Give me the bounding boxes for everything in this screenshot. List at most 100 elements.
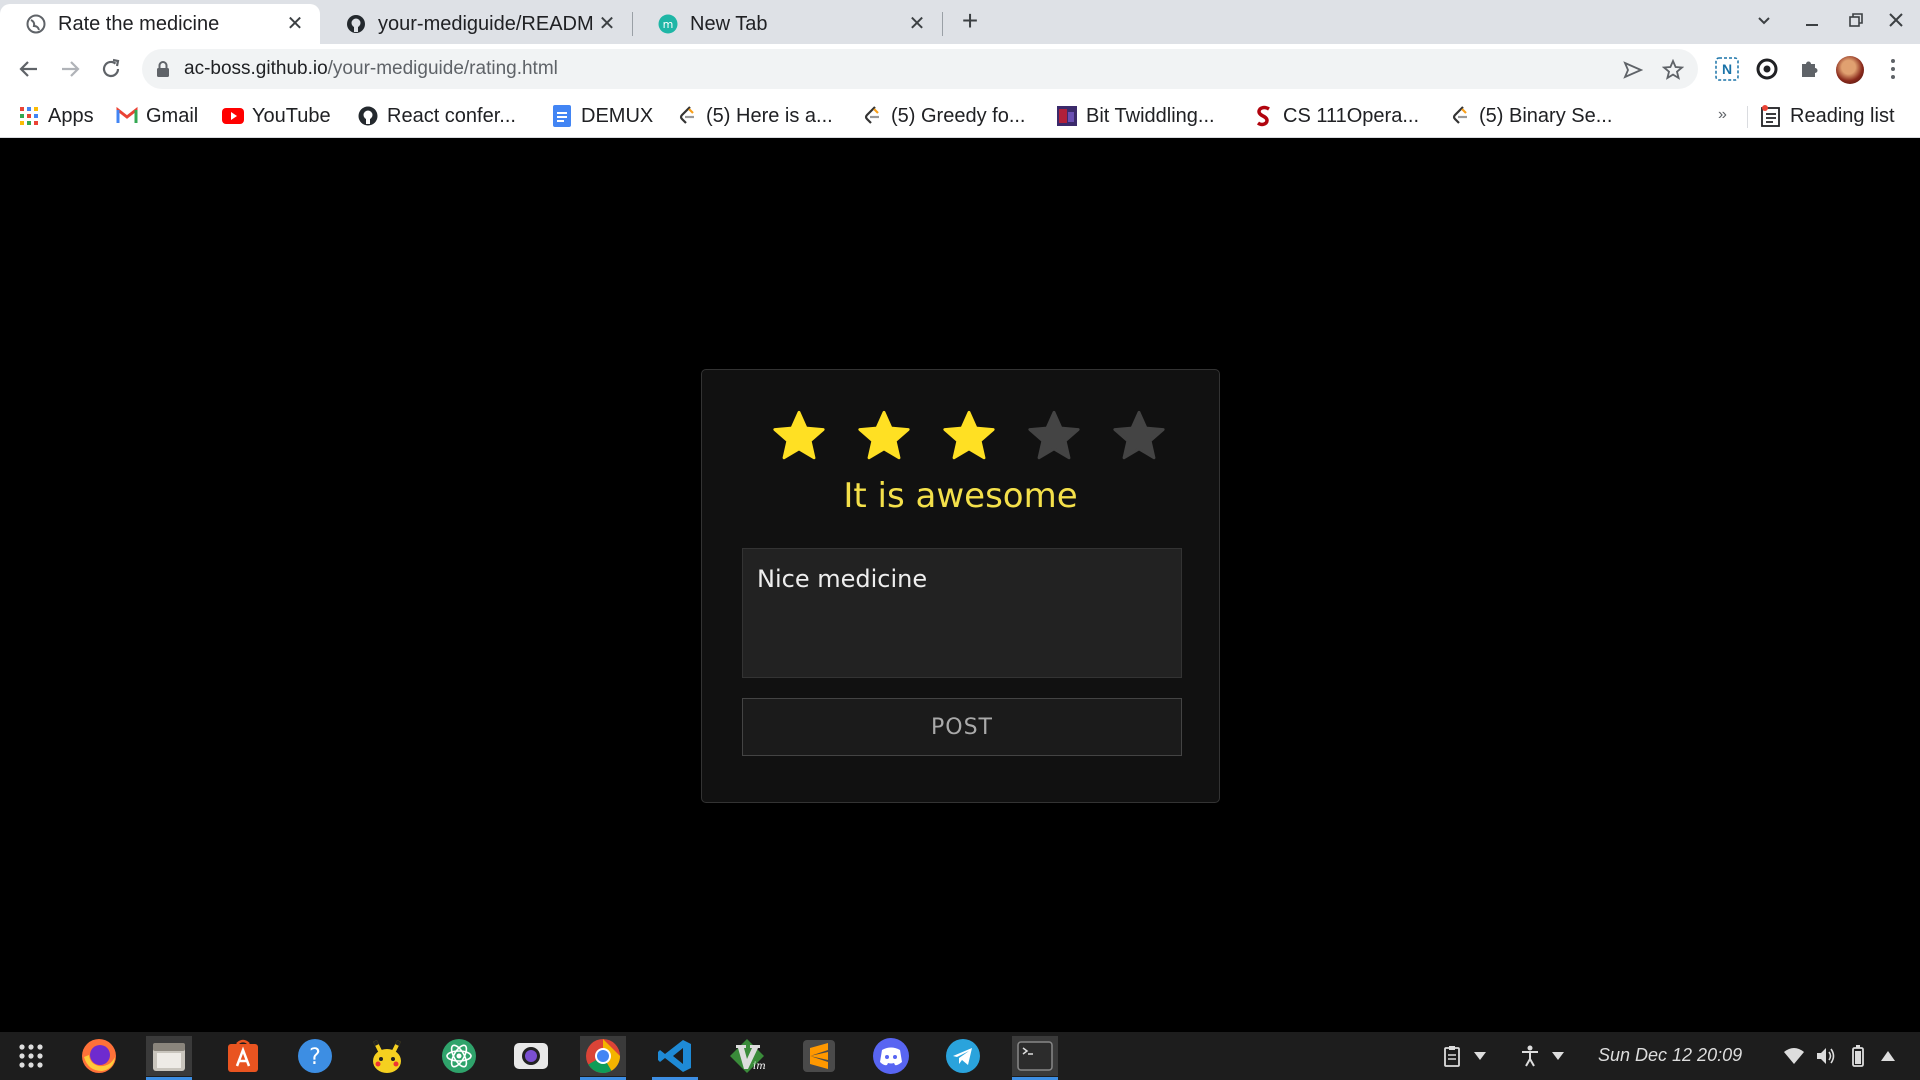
star-4-icon[interactable] [1025, 408, 1083, 466]
tab-title: New Tab [690, 12, 768, 35]
back-icon[interactable] [14, 54, 44, 84]
close-window-icon[interactable] [1882, 8, 1910, 36]
github-icon [346, 14, 366, 34]
forward-icon[interactable] [55, 54, 85, 84]
tab-search-icon[interactable] [1750, 8, 1778, 36]
clipboard-icon[interactable] [1440, 1044, 1464, 1068]
bookmark-label: Apps [48, 104, 94, 127]
stanford-icon [1253, 105, 1275, 127]
wifi-icon[interactable] [1782, 1044, 1806, 1068]
chevron-down-icon[interactable] [1468, 1044, 1492, 1068]
discord-icon[interactable] [868, 1036, 914, 1076]
youtube-icon [222, 105, 244, 127]
bookmark-label: (5) Greedy fo... [891, 104, 1026, 127]
bookmark-label: Bit Twiddling... [1086, 104, 1215, 127]
url-text[interactable]: ac-boss.github.io/your-mediguide/rating.… [184, 58, 558, 80]
software-center-icon[interactable] [220, 1036, 266, 1076]
svg-text:im: im [753, 1061, 766, 1072]
tab-strip: Rate the medicine ✕ your-mediguide/READM… [0, 0, 1920, 44]
address-bar[interactable]: ac-boss.github.io/your-mediguide/rating.… [142, 49, 1698, 89]
close-tab-icon[interactable]: ✕ [284, 13, 306, 35]
tab-rate-the-medicine[interactable]: Rate the medicine ✕ [0, 4, 320, 44]
bookmark-label: (5) Binary Se... [1479, 104, 1613, 127]
os-taskbar: ? im Sun Dec 12 20:09 [0, 1032, 1920, 1080]
firefox-icon[interactable] [76, 1036, 122, 1076]
reading-list-label: Reading list [1790, 104, 1895, 127]
chevron-down-icon[interactable] [1546, 1044, 1570, 1068]
leetcode-icon [676, 105, 698, 127]
tab-title: Rate the medicine [58, 12, 220, 35]
terminal-icon[interactable] [1012, 1036, 1058, 1080]
bookmark-label: Gmail [146, 104, 199, 127]
battery-icon[interactable] [1846, 1044, 1870, 1068]
m-icon: m [658, 14, 678, 34]
bookmark-here-is-a[interactable]: (5) Here is a... [676, 102, 833, 130]
page-content: It is awesome POST [0, 139, 1920, 1032]
close-tab-icon[interactable]: ✕ [596, 13, 618, 35]
leetcode-icon [1449, 105, 1471, 127]
bookmark-greedy[interactable]: (5) Greedy fo... [861, 102, 1026, 130]
notion-extension-icon[interactable]: N [1714, 56, 1740, 82]
browser-menu-icon[interactable] [1886, 54, 1900, 84]
chevron-up-icon[interactable] [1876, 1044, 1900, 1068]
minimize-icon[interactable] [1798, 8, 1826, 36]
bookmark-youtube[interactable]: YouTube [222, 102, 331, 130]
star-rating [770, 408, 1168, 466]
bookmark-gmail[interactable]: Gmail [116, 102, 198, 130]
more-bookmarks-chevron-icon[interactable]: » [1718, 106, 1727, 124]
restore-icon[interactable] [1842, 8, 1870, 36]
post-button[interactable]: POST [742, 698, 1182, 756]
chrome-icon[interactable] [580, 1036, 626, 1080]
camera-icon[interactable] [508, 1036, 554, 1076]
clock[interactable]: Sun Dec 12 20:09 [1598, 1045, 1742, 1066]
send-tab-icon[interactable] [1622, 59, 1644, 81]
bookmark-star-icon[interactable] [1662, 59, 1684, 81]
reading-list-icon [1760, 105, 1782, 127]
extensions-puzzle-icon[interactable] [1796, 56, 1822, 82]
rating-label: It is awesome [843, 476, 1078, 516]
github-icon [357, 105, 379, 127]
bookmark-label: CS 111Opera... [1283, 104, 1419, 127]
bookmark-apps[interactable]: Apps [18, 102, 94, 130]
star-2-icon[interactable] [855, 408, 913, 466]
bookmark-binary-search[interactable]: (5) Binary Se... [1449, 102, 1612, 130]
bookmark-react-conf[interactable]: React confer... [357, 102, 516, 130]
gmail-icon [116, 105, 138, 127]
profile-avatar[interactable] [1836, 56, 1864, 84]
bookmark-label: YouTube [252, 104, 331, 127]
pikachu-icon[interactable] [364, 1036, 410, 1076]
lock-icon[interactable] [156, 60, 170, 83]
leetcode-icon [861, 105, 883, 127]
help-icon[interactable]: ? [292, 1036, 338, 1076]
tab-title: your-mediguide/READM [378, 12, 594, 35]
link-extension-icon[interactable] [1754, 56, 1780, 82]
bookmark-cs111[interactable]: CS 111Opera... [1253, 102, 1419, 130]
star-1-icon[interactable] [770, 408, 828, 466]
close-tab-icon[interactable]: ✕ [906, 13, 928, 35]
vim-icon[interactable]: im [724, 1036, 770, 1076]
files-icon[interactable] [146, 1036, 192, 1080]
telegram-icon[interactable] [940, 1036, 986, 1076]
star-5-icon[interactable] [1110, 408, 1168, 466]
apps-grid-icon[interactable] [8, 1036, 54, 1076]
review-textarea[interactable] [742, 548, 1182, 678]
docs-icon [551, 105, 573, 127]
bookmark-bit-twiddling[interactable]: Bit Twiddling... [1056, 102, 1215, 130]
vscode-icon[interactable] [652, 1036, 698, 1080]
atom-icon[interactable] [436, 1036, 482, 1076]
svg-text:?: ? [309, 1045, 321, 1070]
tab-readme[interactable]: your-mediguide/READM ✕ [320, 4, 632, 44]
accessibility-icon[interactable] [1518, 1044, 1542, 1068]
bookmark-image-icon [1056, 105, 1078, 127]
reload-icon[interactable] [96, 54, 126, 84]
tab-divider [942, 12, 943, 36]
star-3-icon[interactable] [940, 408, 998, 466]
new-tab-button[interactable]: + [956, 7, 984, 36]
bookmark-demux[interactable]: DEMUX [551, 102, 653, 130]
tab-new-tab[interactable]: m New Tab ✕ [632, 4, 942, 44]
browser-toolbar: ac-boss.github.io/your-mediguide/rating.… [0, 44, 1920, 94]
bookmark-label: React confer... [387, 104, 516, 127]
reading-list-button[interactable]: Reading list [1760, 102, 1895, 130]
sublime-icon[interactable] [796, 1036, 842, 1076]
volume-icon[interactable] [1814, 1044, 1838, 1068]
